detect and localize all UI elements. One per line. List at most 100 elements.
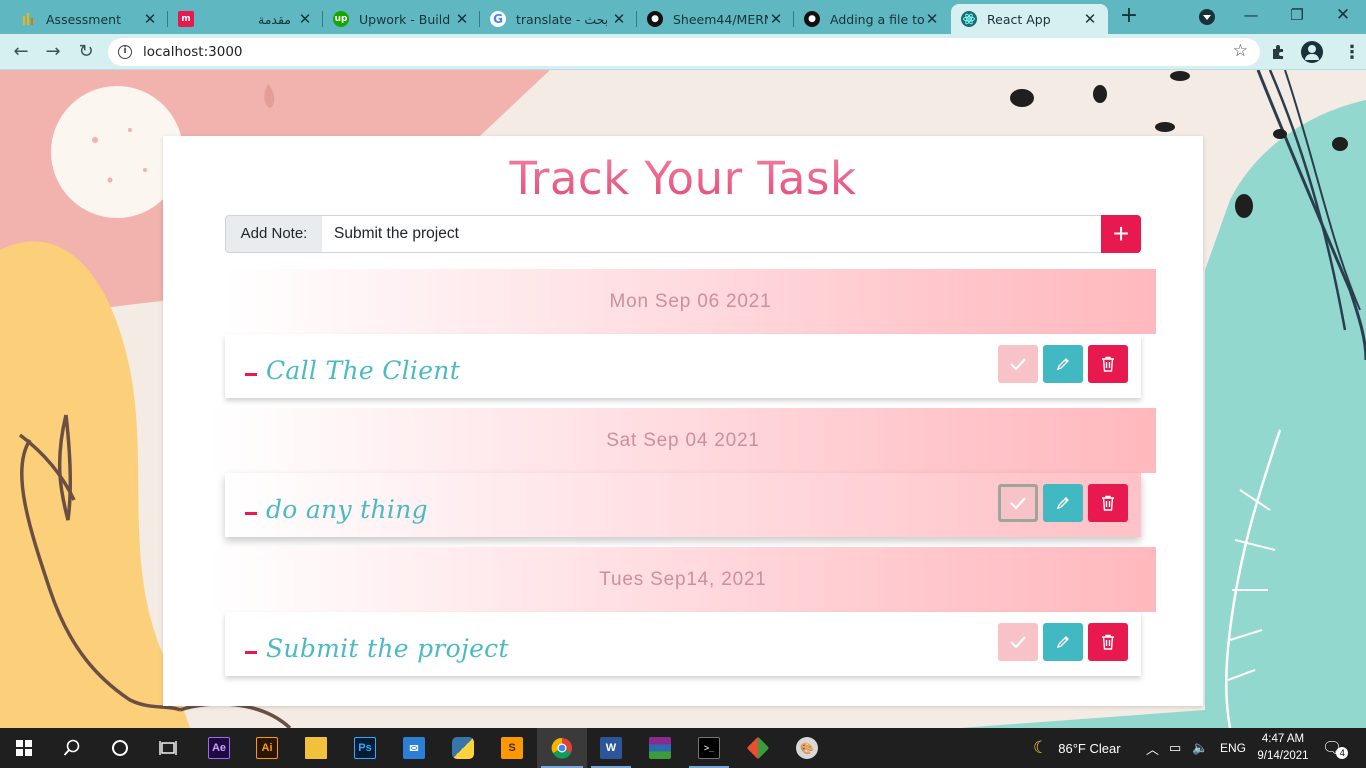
close-icon[interactable]: ✕ [297,10,313,28]
photoshop-icon: Ps [354,737,376,759]
paint-app[interactable]: 🎨 [783,728,831,768]
winrar-app[interactable] [636,728,684,768]
edit-button[interactable] [1043,484,1083,522]
edit-button[interactable] [1043,345,1083,383]
tab-title: مقدمة [258,11,291,27]
browser-toolbar: ← → ↻ i localhost:3000 ☆ ⋮ [0,34,1366,70]
tab-assessment[interactable]: Assessment ✕ [10,4,168,34]
brand-m-icon: m [178,11,194,27]
add-note-button[interactable]: + [1101,215,1141,253]
mail-app[interactable]: ✉ [390,728,438,768]
close-icon[interactable]: ✕ [1082,10,1098,28]
tab-title: translate - بحث G [516,11,611,27]
file-explorer-app[interactable] [292,728,340,768]
close-icon[interactable]: ✕ [454,10,470,28]
forward-icon[interactable]: → [40,39,66,65]
tab-github-adding-file[interactable]: ● Adding a file to a ✕ [794,4,950,34]
google-icon: G [490,11,506,27]
cortana-circle-icon [112,740,128,756]
new-tab-button[interactable]: + [1116,4,1142,30]
archive-icon [649,737,671,759]
word-app[interactable]: W [587,728,635,768]
check-icon [1010,358,1026,371]
kebab-menu-icon[interactable]: ⋮ [1343,42,1361,63]
bullet-dash [245,373,257,376]
task-item: Submit the project [225,612,1141,676]
mail-icon: ✉ [403,737,425,759]
python-app[interactable] [439,728,487,768]
system-clock[interactable]: 4:47 AM 9/14/2021 [1255,731,1311,765]
tab-muqaddima[interactable]: m مقدمة ✕ [168,4,323,34]
delete-button[interactable] [1088,623,1128,661]
tab-search-icon[interactable] [1199,9,1215,25]
reload-icon[interactable]: ↻ [73,39,99,65]
language-indicator[interactable]: ENG [1220,728,1246,768]
address-bar[interactable]: i localhost:3000 ☆ [108,38,1260,66]
moon-icon: ☾ [1033,738,1049,757]
illustrator-app[interactable]: Ai [243,728,291,768]
after-effects-app[interactable]: Ae [195,728,243,768]
cortana-button[interactable] [96,728,144,768]
close-window-icon[interactable]: ✕ [1320,0,1366,32]
volume-icon[interactable]: 🔈 [1192,728,1208,768]
minimize-icon[interactable]: — [1228,0,1274,32]
bullet-dash [245,651,257,654]
start-button[interactable] [0,728,48,768]
tab-title: Upwork - Build yo [359,11,454,27]
delete-button[interactable] [1088,345,1128,383]
close-icon[interactable]: ✕ [142,10,158,28]
tab-github-sheem[interactable]: ● Sheem44/MERN_ ✕ [637,4,794,34]
terminal-app[interactable]: >_ [685,728,733,768]
tab-title: React App [987,11,1051,27]
date-header: Tues Sep14, 2021 [210,547,1156,612]
date-header: Mon Sep 06 2021 [225,269,1156,334]
page-viewport: Track Your Task Add Note: + Mon Sep 06 2… [0,70,1366,728]
tray-chevron-icon[interactable]: ︿ [1146,728,1159,768]
network-icon[interactable]: ▭ [1169,728,1181,768]
task-item: do any thing [225,473,1141,537]
delete-button[interactable] [1088,484,1128,522]
check-icon [1010,497,1026,510]
clock-date: 9/14/2021 [1257,750,1309,762]
date-header: Sat Sep 04 2021 [210,408,1156,473]
profile-avatar[interactable] [1301,41,1323,63]
info-icon[interactable]: i [118,45,132,59]
task-view-button[interactable] [144,728,192,768]
photoshop-app[interactable]: Ps [341,728,389,768]
windows-logo-icon [16,740,32,756]
extensions-icon[interactable] [1270,43,1287,64]
git-app[interactable] [734,728,782,768]
close-icon[interactable]: ✕ [611,10,627,28]
tab-translate[interactable]: G translate - بحث G ✕ [480,4,637,34]
trash-icon [1102,495,1114,511]
word-icon: W [600,737,622,759]
browser-tab-strip: Assessment ✕ m مقدمة ✕ up Upwork - Build… [0,0,1366,34]
check-icon [1010,636,1026,649]
search-icon [63,739,80,756]
chrome-app[interactable] [537,728,587,768]
pencil-icon [1056,636,1069,649]
sublime-app[interactable]: S [488,728,536,768]
back-icon[interactable]: ← [8,39,34,65]
task-name: do any thing [266,495,428,524]
close-icon[interactable]: ✕ [924,10,940,28]
add-note-input[interactable] [322,215,1102,253]
search-button[interactable] [48,728,96,768]
complete-button[interactable] [998,345,1038,383]
task-item: Call The Client [225,334,1141,398]
illustrator-icon: Ai [256,737,278,759]
complete-button[interactable] [998,623,1038,661]
trash-icon [1102,634,1114,650]
notification-center-button[interactable]: 🗨 4 [1322,728,1349,768]
edit-button[interactable] [1043,623,1083,661]
tab-upwork[interactable]: up Upwork - Build yo ✕ [323,4,480,34]
restore-icon[interactable]: ❐ [1274,0,1320,32]
complete-button[interactable] [998,484,1038,522]
github-icon: ● [804,11,820,27]
tab-react-app[interactable]: React App ✕ [951,4,1108,34]
weather-widget[interactable]: ☾ 86°F Clear [1033,728,1121,768]
bookmark-star-icon[interactable]: ☆ [1233,41,1248,61]
react-icon [961,11,977,27]
close-icon[interactable]: ✕ [768,10,784,28]
tab-title: Sheem44/MERN_ [673,11,768,27]
